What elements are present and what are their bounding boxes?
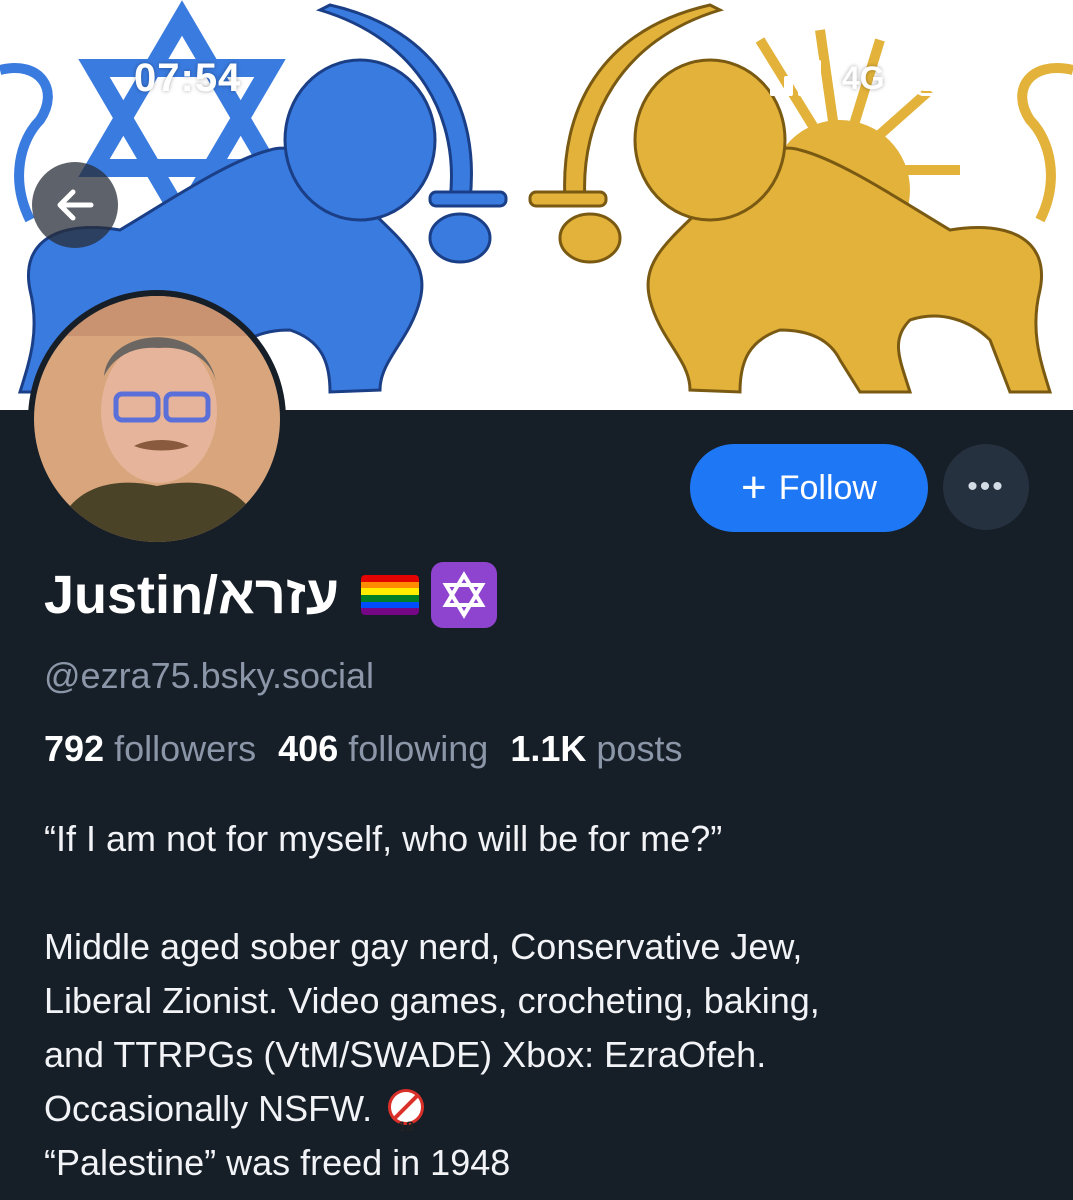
follow-label: Follow [778,468,877,507]
display-name: Justin/עזרא [44,565,340,625]
battery-icon [915,68,974,96]
following-label: following [348,728,489,769]
more-options-button[interactable]: ••• [943,444,1029,530]
no-under-18-icon: 18 [388,1089,425,1134]
following-count: 406 [278,728,339,769]
bio-line: “Palestine” was freed in 1948 [44,1142,511,1183]
network-type: 4G [842,60,885,96]
bio-line: Occasionally NSFW. [44,1088,373,1129]
status-bar: 07:54 4G [0,0,1073,110]
back-button[interactable] [32,162,118,248]
bio-line: Liberal Zionist. Video games, crocheting… [44,980,820,1021]
display-name-row: Justin/עזרא [44,560,498,630]
bio-spacer [44,866,1044,920]
bio-line: and TTRPGs (VtM/SWADE) Xbox: EzraOfeh. [44,1034,767,1075]
status-time: 07:54 [134,56,242,100]
following-link[interactable]: 406 following [278,728,488,769]
avatar-photo [34,296,280,542]
signal-strength-icon [770,60,821,96]
bio-line-nsfw: Occasionally NSFW. 18 [44,1082,1044,1136]
followers-count: 792 [44,728,105,769]
follow-button[interactable]: + Follow [690,444,928,532]
avatar[interactable] [28,290,286,548]
posts-count: 1.1K [510,728,587,769]
rainbow-flag-icon [361,575,420,615]
profile-stats: 792 followers 406 following 1.1K posts [44,728,682,770]
posts-label: posts [596,728,683,769]
followers-link[interactable]: 792 followers [44,728,256,769]
posts-stat: 1.1K posts [510,728,682,769]
plus-icon: + [741,463,767,512]
profile-bio: “If I am not for myself, who will be for… [44,812,1044,1190]
bio-line: “If I am not for myself, who will be for… [44,818,723,859]
star-of-david-icon [431,562,498,628]
followers-label: followers [114,728,257,769]
arrow-left-icon [57,189,94,221]
more-icon: ••• [967,470,1005,503]
bio-line: Middle aged sober gay nerd, Conservative… [44,926,803,967]
profile-handle: @ezra75.bsky.social [44,655,375,696]
